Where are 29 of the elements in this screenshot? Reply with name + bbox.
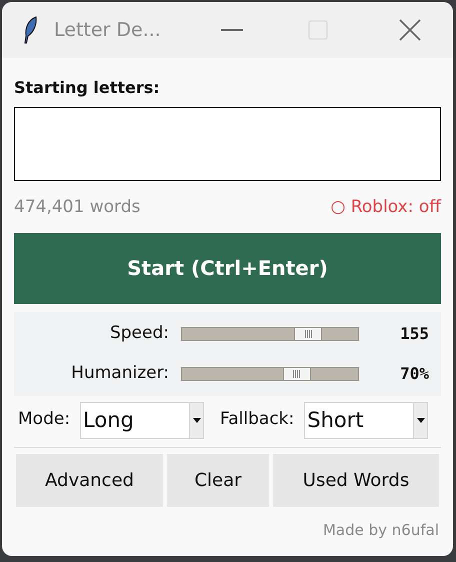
feather-icon [22,16,38,44]
slider-thumb[interactable] [282,366,311,380]
dropdown-label: Mode: [18,408,70,432]
caret-icon [416,418,425,422]
window-title: Letter De... [54,18,162,43]
minimize-icon [221,29,243,31]
credit-text: Made by n6ufal [322,520,439,540]
caret-icon [192,418,201,422]
slider-track[interactable] [181,326,359,340]
dropdown-value: Short [306,406,365,434]
slider-value: 155 [400,322,429,344]
close-icon [399,19,421,41]
slider-thumb[interactable] [294,326,322,340]
word-count: 474,401 words [14,196,140,219]
dropdown-value: Long [82,406,135,434]
slider-label: Speed: [108,322,169,345]
dropdown-label: Fallback: [220,408,294,432]
action-button[interactable]: Advanced [16,454,163,506]
action-button[interactable]: Clear [167,454,269,506]
slider-value: 70% [400,362,429,384]
dropdown[interactable]: Short [304,402,428,438]
action-button[interactable]: Used Words [273,454,439,506]
letters-input[interactable] [14,107,441,181]
start-button[interactable]: Start (Ctrl+Enter) [14,232,441,304]
field-label: Starting letters: [14,77,161,99]
slider-track[interactable] [181,366,359,380]
roblox-status: ○ Roblox: off [330,196,441,219]
dropdown[interactable]: Long [80,402,204,438]
slider-label: Humanizer: [70,362,169,385]
